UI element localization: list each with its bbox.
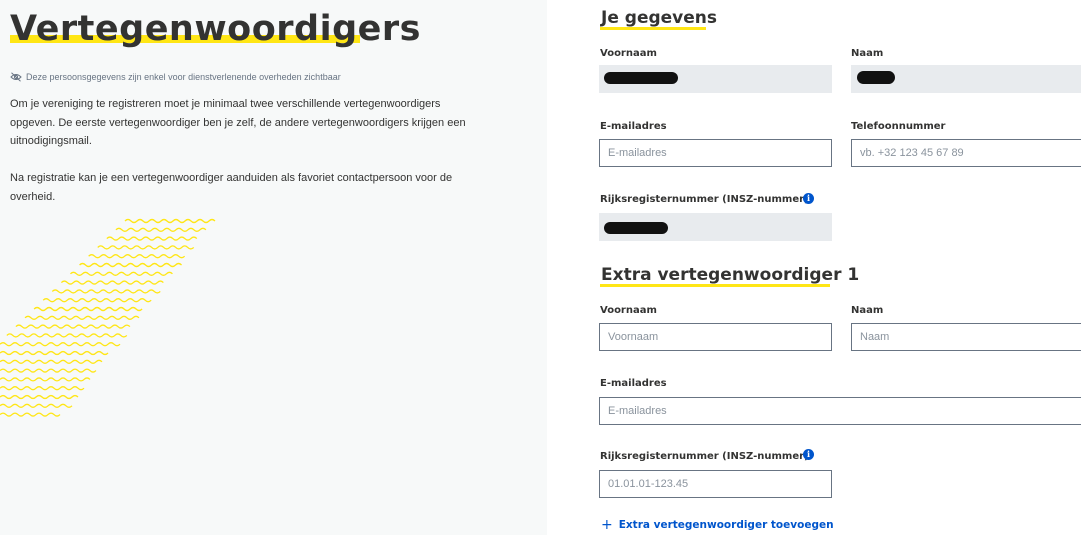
privacy-note: Deze persoonsgegevens zijn enkel voor di…: [10, 72, 341, 82]
intro-paragraph: Om je vereniging te registreren moet je …: [10, 98, 466, 147]
extra-firstname-input[interactable]: [599, 323, 832, 351]
page-title: Vertegenwoordigers: [10, 9, 421, 49]
wave-line: [0, 403, 73, 408]
wave-line: [0, 342, 121, 347]
privacy-note-text: Deze persoonsgegevens zijn enkel voor di…: [26, 72, 341, 82]
plus-icon: +: [601, 517, 613, 533]
extra-rrn-label: Rijksregisternummer (INSZ-nummer): [600, 451, 809, 462]
add-extra-rep-label: Extra vertegenwoordiger toevoegen: [618, 519, 834, 531]
extra-lastname-input[interactable]: [851, 323, 1081, 351]
phone-input[interactable]: [851, 139, 1081, 167]
wave-line: [124, 218, 216, 224]
wave-line: [0, 359, 103, 364]
wave-line: [115, 227, 207, 232]
extra-rep-heading: Extra vertegenwoordiger 1: [601, 265, 860, 285]
wave-line: [51, 289, 161, 294]
rrn-label: Rijksregisternummer (INSZ-nummer): [600, 194, 809, 205]
extra-firstname-label: Voornaam: [600, 305, 657, 316]
phone-label: Telefoonnummer: [851, 121, 946, 132]
wave-line: [33, 306, 143, 312]
extra-lastname-label: Naam: [851, 305, 884, 316]
add-extra-rep-button[interactable]: + Extra vertegenwoordiger toevoegen: [601, 517, 834, 533]
email-label: E-mailadres: [600, 121, 667, 132]
wave-line: [69, 271, 173, 276]
email-input[interactable]: [599, 139, 832, 167]
own-data-heading: Je gegevens: [601, 8, 718, 28]
wave-line: [0, 350, 109, 356]
wave-line: [42, 298, 152, 303]
lastname-label: Naam: [851, 48, 884, 59]
wave-line: [0, 394, 79, 400]
wave-line: [6, 333, 128, 338]
wave-line: [79, 262, 183, 268]
wave-line: [60, 280, 164, 285]
decorative-waves: [0, 218, 216, 417]
favorite-contact-paragraph: Na registratie kan je een vertegenwoordi…: [10, 172, 453, 203]
wave-line: [97, 245, 195, 250]
eye-slash-icon: [10, 72, 22, 82]
extra-email-label: E-mailadres: [600, 378, 667, 389]
redaction-mark: [604, 222, 668, 234]
wave-line: [0, 377, 91, 382]
wave-line: [24, 315, 140, 320]
wave-line: [88, 254, 186, 259]
info-icon[interactable]: i: [803, 193, 814, 204]
wave-line: [0, 368, 97, 373]
extra-email-input[interactable]: [599, 397, 1081, 425]
info-icon[interactable]: i: [803, 449, 814, 460]
intro-panel: Vertegenwoordigers Deze persoonsgegevens…: [0, 0, 547, 535]
wave-line: [15, 324, 131, 329]
redaction-mark: [604, 72, 678, 84]
wave-line: [0, 386, 85, 391]
wave-line: [0, 412, 61, 417]
wave-line: [106, 236, 198, 241]
redaction-mark: [857, 71, 895, 84]
firstname-label: Voornaam: [600, 48, 657, 59]
extra-rrn-input[interactable]: [599, 470, 832, 498]
